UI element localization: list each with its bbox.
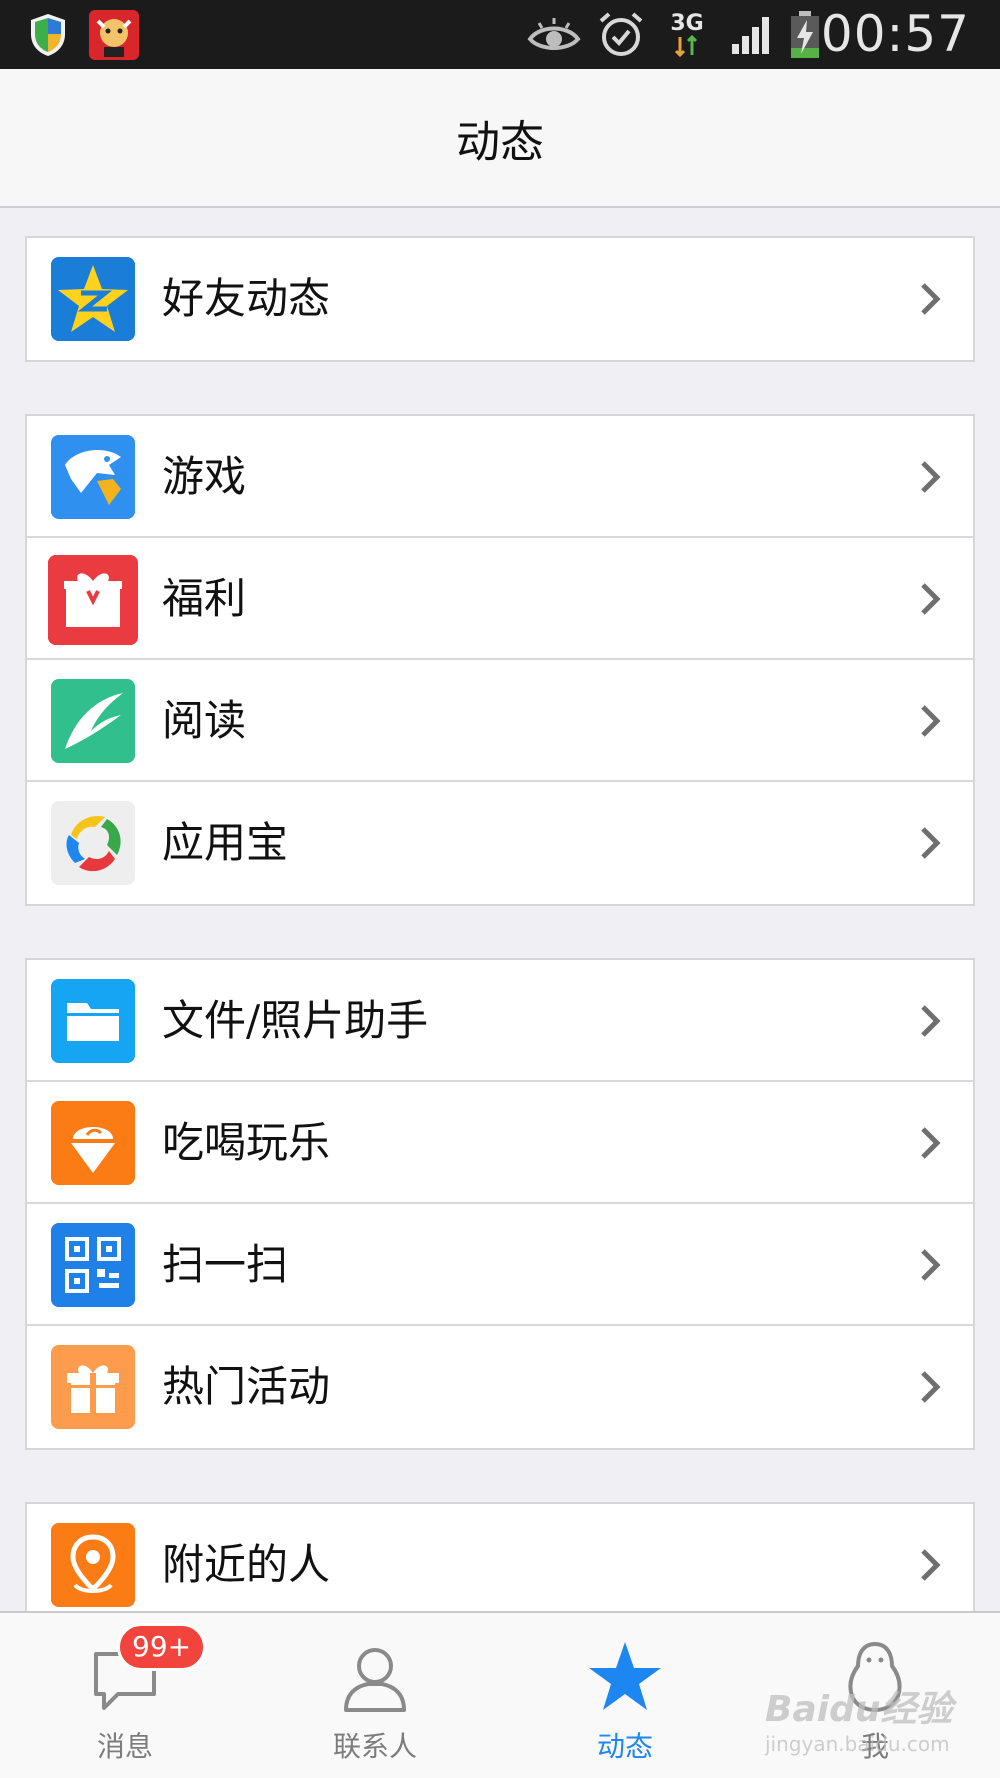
list-item-label: 游戏 <box>162 452 247 501</box>
menu-group-friends: 好友动态 <box>25 236 975 362</box>
status-bar: 3G 00:57 <box>0 0 1000 69</box>
list-item-games[interactable]: 游戏 <box>27 416 973 538</box>
tab-contacts[interactable]: 联系人 <box>250 1613 500 1778</box>
chevron-right-icon <box>921 705 941 737</box>
reading-icon <box>51 679 135 763</box>
signal-icon <box>728 0 778 69</box>
chevron-right-icon <box>921 1549 941 1581</box>
chevron-right-icon <box>921 1249 941 1281</box>
watermark-text: Baidu经验 <box>765 1689 953 1730</box>
list-item-reading[interactable]: 阅读 <box>27 660 973 782</box>
list-item-food-fun[interactable]: 吃喝玩乐 <box>27 1082 973 1204</box>
location-pin-icon <box>51 1523 135 1607</box>
list-item-label: 热门活动 <box>162 1362 331 1411</box>
chevron-right-icon <box>921 461 941 493</box>
network-3g-icon: 3G <box>662 0 712 69</box>
tab-label: 联系人 <box>332 1730 417 1763</box>
unread-badge: 99+ <box>117 1623 207 1671</box>
page-title: 动态 <box>456 116 544 168</box>
battery-charging-icon <box>788 0 822 69</box>
menu-group-nearby: 附近的人 <box>25 1502 975 1622</box>
folder-icon <box>51 979 135 1063</box>
menu-group-apps: 游戏 福利 阅读 应用宝 <box>25 414 975 906</box>
app-store-icon <box>51 801 135 885</box>
tab-messages[interactable]: 99+ 消息 <box>0 1613 250 1778</box>
chevron-right-icon <box>921 1005 941 1037</box>
game-icon <box>51 435 135 519</box>
list-item-label: 好友动态 <box>162 274 331 323</box>
watermark: Baidu经验 jingyan.baidu.com <box>765 1680 995 1760</box>
chevron-right-icon <box>921 283 941 315</box>
app-notification-icon <box>88 0 140 69</box>
alarm-icon <box>596 0 646 69</box>
network-type-label: 3G <box>670 10 704 36</box>
list-item-app-store[interactable]: 应用宝 <box>27 782 973 904</box>
chevron-right-icon <box>921 1127 941 1159</box>
list-item-label: 文件/照片助手 <box>162 996 429 1045</box>
list-item-label: 附近的人 <box>162 1540 331 1589</box>
contact-person-icon <box>250 1638 500 1716</box>
list-item-nearby-people[interactable]: 附近的人 <box>27 1504 973 1626</box>
chevron-right-icon <box>921 1371 941 1403</box>
star-icon <box>500 1638 750 1716</box>
tab-label: 动态 <box>596 1730 653 1763</box>
gift-icon <box>48 555 138 645</box>
list-item-benefits[interactable]: 福利 <box>27 538 973 660</box>
qr-code-icon <box>51 1223 135 1307</box>
activity-gift-icon <box>51 1345 135 1429</box>
qzone-star-icon <box>51 257 135 341</box>
list-item-friend-feed[interactable]: 好友动态 <box>27 238 973 360</box>
status-time: 00:57 <box>820 5 970 63</box>
ice-cream-icon <box>51 1101 135 1185</box>
list-item-label: 福利 <box>162 574 247 623</box>
list-item-label: 扫一扫 <box>162 1240 289 1289</box>
title-bar: 动态 <box>0 69 1000 208</box>
eye-icon <box>526 0 582 69</box>
list-item-label: 阅读 <box>162 696 247 745</box>
menu-group-tools: 文件/照片助手 吃喝玩乐 扫一扫 热门活动 <box>25 958 975 1450</box>
list-item-file-photo-assistant[interactable]: 文件/照片助手 <box>27 960 973 1082</box>
watermark-url: jingyan.baidu.com <box>765 1732 950 1756</box>
screen: 3G 00:57 动态 好友动态 游戏 福利 阅读 应用宝 文件/照片助手 吃喝… <box>0 0 1000 1778</box>
chevron-right-icon <box>921 827 941 859</box>
chevron-right-icon <box>921 583 941 615</box>
list-item-hot-activities[interactable]: 热门活动 <box>27 1326 973 1448</box>
tab-feed[interactable]: 动态 <box>500 1613 750 1778</box>
list-item-label: 吃喝玩乐 <box>162 1118 331 1167</box>
list-item-scan[interactable]: 扫一扫 <box>27 1204 973 1326</box>
tab-label: 消息 <box>96 1730 153 1763</box>
list-item-label: 应用宝 <box>162 818 289 867</box>
shield-icon <box>25 0 71 69</box>
